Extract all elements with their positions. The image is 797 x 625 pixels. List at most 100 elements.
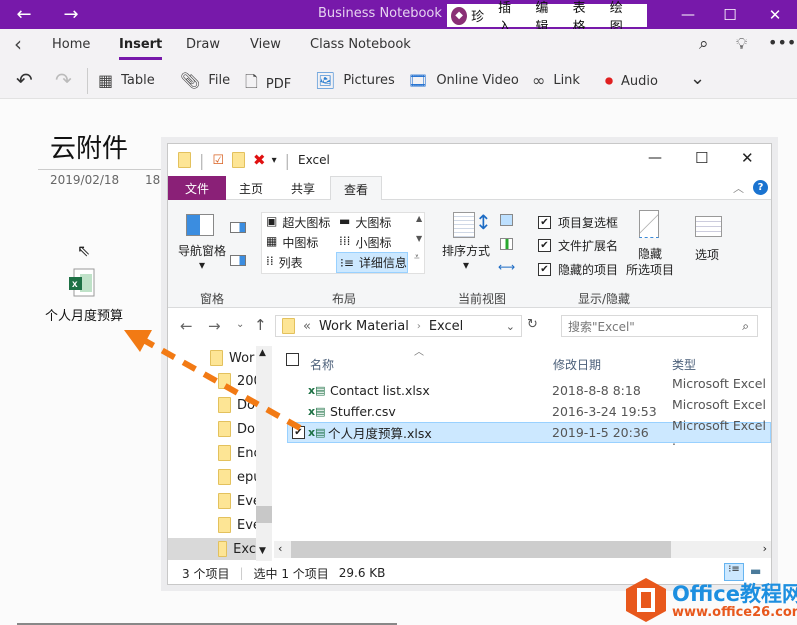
close-button[interactable]: ✕ (755, 0, 795, 29)
item-checkboxes-toggle[interactable]: ✔ 项目复选框 (538, 214, 618, 231)
file-list-hscrollbar[interactable]: ‹ › (274, 541, 771, 558)
pdf-button[interactable]: 🗋 PDF (245, 71, 291, 98)
tree-item[interactable]: Eve (218, 514, 261, 536)
ime-item[interactable]: 珍 (471, 6, 484, 25)
hscroll-thumb[interactable] (291, 541, 671, 558)
large-icons-view-button[interactable]: ▬ (750, 564, 761, 578)
folder-icon (218, 397, 231, 413)
add-columns-icon[interactable] (500, 238, 513, 250)
tree-item[interactable]: Do (218, 418, 255, 440)
layout-extra-large-icons[interactable]: ▣ 超大图标 (266, 214, 330, 231)
column-header-name[interactable]: 名称 (310, 356, 334, 373)
layout-medium-icons[interactable]: ▦ 中图标 (266, 234, 318, 251)
layout-list[interactable]: ⁞⁞ 列表 (266, 254, 303, 271)
sort-by-button[interactable]: 排序方式 ▾ (442, 244, 490, 272)
nav-pane-button[interactable]: 导航窗格 ▾ (174, 244, 230, 272)
tab-file[interactable]: 文件 (168, 176, 226, 200)
tab-share[interactable]: 共享 (276, 176, 330, 200)
column-header-date[interactable]: 修改日期 (553, 356, 601, 373)
tree-item[interactable]: Do (218, 394, 255, 416)
explorer-minimize-button[interactable]: — (648, 150, 662, 166)
tree-item[interactable]: Eve (218, 490, 261, 512)
select-all-checkbox[interactable] (286, 353, 299, 366)
file-button[interactable]: 📎︎ File (180, 71, 230, 90)
more-icon[interactable]: ••• (768, 33, 796, 52)
excel-file-icon: x▤ (308, 426, 326, 439)
new-folder-icon[interactable] (232, 152, 246, 168)
address-bar[interactable]: « Work Material › Excel ⌄ (275, 315, 522, 337)
redo-button[interactable]: ↷ (55, 68, 72, 92)
breadcrumb-excel[interactable]: Excel (429, 319, 463, 334)
tab-view[interactable]: 查看 (330, 176, 382, 201)
tab-insert[interactable]: Insert (119, 37, 163, 60)
search-icon[interactable]: ⌕ (699, 34, 709, 54)
minimize-button[interactable]: — (668, 0, 708, 29)
tab-home[interactable]: Home (52, 37, 90, 52)
tab-home[interactable]: 主页 (226, 176, 276, 200)
gallery-more-icon[interactable]: ⩡ (414, 252, 420, 263)
attachment-label[interactable]: 个人月度预算 (44, 308, 124, 325)
group-by-icon[interactable] (500, 214, 513, 226)
audio-button[interactable]: ⏺ Audio (605, 71, 658, 91)
layout-large-icons[interactable]: ▬ 大图标 (339, 214, 391, 231)
refresh-icon[interactable]: ↻ (527, 317, 538, 332)
forward-button[interactable]: → (55, 0, 87, 29)
maximize-button[interactable]: ☐ (710, 0, 750, 29)
gallery-down-icon[interactable]: ▼ (416, 234, 422, 243)
tree-scrollbar[interactable]: ▲ ▼ (256, 346, 272, 561)
address-dropdown-icon[interactable]: ⌄ (506, 320, 515, 333)
gallery-up-icon[interactable]: ▲ (416, 214, 422, 223)
online-video-button[interactable]: 🎞︎ Online Video (408, 71, 519, 90)
nav-pane-icon (186, 214, 214, 236)
customize-dropdown-icon[interactable]: ▾ (272, 155, 277, 166)
tree-item[interactable]: epu (218, 466, 262, 488)
menu-back-button[interactable]: ‹ (14, 32, 22, 56)
scroll-thumb[interactable] (256, 506, 272, 523)
back-arrow-icon[interactable]: ← (180, 317, 193, 335)
extra-large-icon: ▣ (266, 214, 278, 228)
pictures-button[interactable]: 🖼︎ Pictures (315, 71, 395, 90)
up-arrow-icon[interactable]: ↑ (254, 316, 267, 334)
excel-file-icon[interactable]: x (68, 268, 96, 298)
file-extensions-toggle[interactable]: ✔ 文件扩展名 (538, 237, 618, 254)
tab-draw[interactable]: Draw (186, 37, 220, 52)
tree-item-selected[interactable]: Exc (168, 538, 256, 560)
undo-button[interactable]: ↶ (16, 68, 33, 92)
link-button[interactable]: ∞ Link (532, 71, 580, 90)
size-columns-icon[interactable]: ⟷ (498, 260, 515, 274)
row-checkbox-checked[interactable]: ✔ (292, 426, 305, 439)
forward-arrow-icon[interactable]: → (208, 317, 221, 335)
lightbulb-icon[interactable]: 💡︎ (736, 34, 747, 54)
delete-icon[interactable]: ✖ (253, 151, 266, 169)
column-header-type[interactable]: 类型 (672, 356, 696, 373)
file-row-selected[interactable]: ✔ x▤ 个人月度预算.xlsx 2019-1-5 20:36 Microsof… (287, 418, 771, 448)
hidden-items-toggle[interactable]: ✔ 隐藏的项目 (538, 261, 618, 278)
preview-pane-icon[interactable] (230, 222, 246, 233)
options-button[interactable]: 选项 (695, 246, 719, 263)
hide-selected-button[interactable]: 隐藏 所选项目 (626, 246, 674, 278)
collapse-ribbon-icon[interactable]: ︿ (733, 180, 744, 196)
details-pane-icon[interactable] (230, 255, 246, 266)
back-button[interactable]: ← (8, 0, 40, 29)
breadcrumb-work-material[interactable]: Work Material (319, 319, 409, 334)
tab-class-notebook[interactable]: Class Notebook (310, 37, 411, 52)
tree-item[interactable]: Enc (218, 442, 261, 464)
more-chevron-icon[interactable]: ⌄ (690, 68, 705, 89)
tab-view[interactable]: View (250, 37, 281, 52)
scroll-down-icon[interactable]: ▼ (259, 546, 266, 556)
scroll-right-icon[interactable]: › (763, 542, 767, 555)
scroll-up-icon[interactable]: ▲ (259, 348, 266, 358)
explorer-close-button[interactable]: ✕ (741, 149, 754, 167)
scroll-left-icon[interactable]: ‹ (278, 542, 282, 555)
page-title[interactable]: 云附件 (50, 128, 128, 165)
layout-small-icons[interactable]: ⁞⁞⁞ 小图标 (339, 234, 391, 251)
tree-item[interactable]: Wor (210, 347, 254, 369)
recent-dropdown-icon[interactable]: ⌄ (236, 319, 244, 330)
help-icon[interactable]: ? (753, 180, 768, 195)
explorer-maximize-button[interactable]: ☐ (695, 149, 708, 167)
address-overflow[interactable]: « (303, 319, 311, 334)
table-button[interactable]: ▦ Table (98, 71, 155, 90)
properties-icon[interactable]: ☑ (212, 153, 224, 168)
layout-details[interactable]: ⁝≡ 详细信息 (336, 252, 408, 273)
search-input[interactable]: 搜索"Excel" ⌕ (561, 315, 758, 337)
